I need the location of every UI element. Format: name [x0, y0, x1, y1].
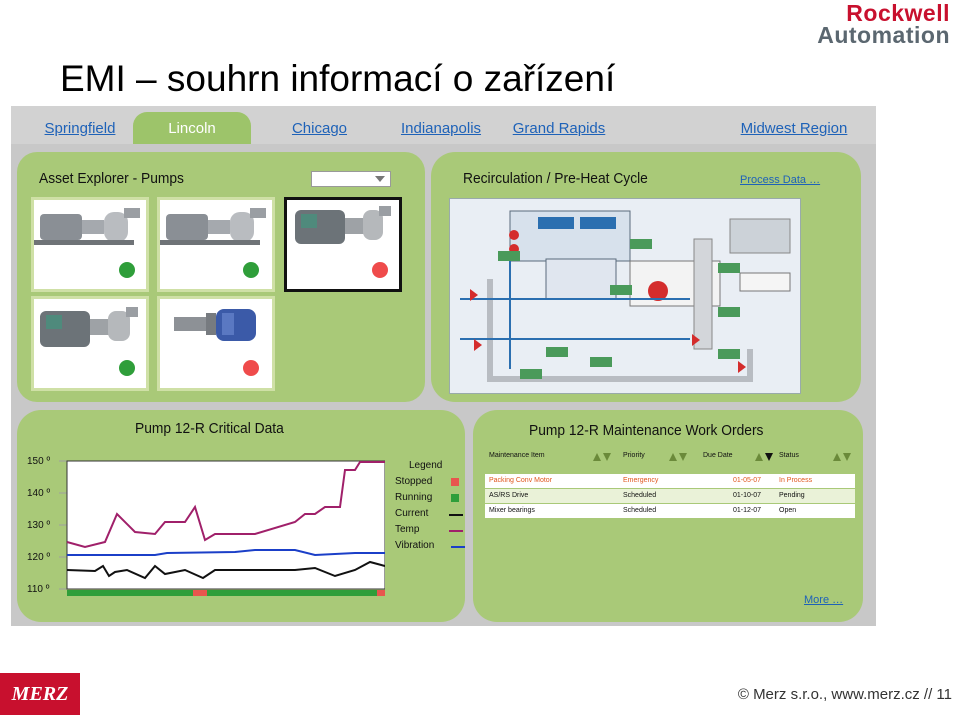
running-swatch — [451, 494, 459, 502]
tab-indianapolis[interactable]: Indianapolis — [381, 112, 501, 144]
asset-explorer-title: Asset Explorer - Pumps — [39, 170, 184, 187]
sort-arrows-icon[interactable] — [755, 452, 775, 462]
process-diagram[interactable] — [449, 198, 801, 394]
legend-label: Current — [395, 508, 429, 519]
sort-arrows-icon[interactable] — [593, 452, 613, 462]
cell-status: Pending — [779, 492, 805, 499]
y-label-150: 150 º — [27, 456, 51, 467]
cell-item: Packing Conv Motor — [489, 477, 553, 484]
more-link[interactable]: More … — [804, 594, 843, 606]
cell-due: 01-10-07 — [733, 492, 762, 499]
copyright-text: © Merz s.r.o., www.merz.cz // 11 — [737, 686, 952, 703]
logo-line-2: Automation — [817, 22, 950, 48]
legend-item-stopped: Stopped — [395, 476, 459, 487]
pump-card-2[interactable] — [157, 197, 275, 292]
process-panel: Recirculation / Pre-Heat Cycle Process D… — [431, 152, 861, 402]
slide-title: EMI – souhrn informací o zařízení — [60, 58, 616, 99]
process-data-link[interactable]: Process Data … — [740, 174, 820, 186]
y-label-130: 130 º — [27, 520, 51, 531]
legend-label: Vibration — [395, 540, 435, 551]
status-led-2 — [243, 262, 259, 278]
legend-label: Temp — [395, 524, 420, 535]
y-label-140: 140 º — [27, 488, 51, 499]
table-row[interactable]: Mixer bearings Scheduled 01-12-07 Open — [485, 504, 855, 518]
status-led-4 — [119, 360, 135, 376]
cell-due: 01-05-07 — [733, 477, 762, 484]
logo-line-1: Rockwell — [846, 0, 950, 26]
chevron-down-icon — [375, 176, 385, 182]
legend-item-running: Running — [395, 492, 459, 503]
maintenance-title: Pump 12-R Maintenance Work Orders — [529, 422, 764, 439]
dashboard-content: Asset Explorer - Pumps Recirculation / P… — [11, 144, 876, 626]
y-label-110: 110 º — [27, 584, 50, 595]
temp-swatch — [449, 530, 463, 532]
pump-card-3[interactable] — [284, 197, 402, 292]
legend-item-vibration: Vibration — [395, 540, 465, 551]
process-title: Recirculation / Pre-Heat Cycle — [463, 170, 648, 187]
legend-label: Running — [395, 492, 433, 503]
tab-lincoln[interactable]: Lincoln — [133, 112, 251, 144]
tab-midwest-region[interactable]: Midwest Region — [724, 112, 864, 144]
rockwell-automation-logo: Rockwell Automation — [817, 0, 950, 48]
legend-item-current: Current — [395, 508, 463, 519]
cell-item: AS/RS Drive — [489, 492, 529, 499]
legend-title: Legend — [409, 460, 443, 471]
status-led-5 — [243, 360, 259, 376]
col-header-priority[interactable]: Priority — [623, 452, 645, 459]
tab-springfield[interactable]: Springfield — [25, 112, 135, 144]
maintenance-panel: Pump 12-R Maintenance Work Orders Mainte… — [473, 410, 863, 622]
table-row[interactable]: Packing Conv Motor Emergency 01-05-07 In… — [485, 474, 855, 488]
location-tabbar: Springfield Lincoln Chicago Indianapolis… — [11, 106, 876, 144]
chart-legend: Legend Stopped Running Current Temp Vibr… — [395, 460, 465, 570]
tab-grand-rapids[interactable]: Grand Rapids — [499, 112, 619, 144]
critical-data-panel: Pump 12-R Critical Data 150 º 140 º 130 … — [17, 410, 465, 622]
cell-item: Mixer bearings — [489, 507, 535, 514]
current-swatch — [449, 514, 463, 516]
merz-logo: MERZ — [0, 673, 80, 715]
cell-priority: Scheduled — [623, 507, 657, 514]
critical-data-trend[interactable] — [55, 452, 385, 600]
critical-data-title: Pump 12-R Critical Data — [135, 420, 284, 437]
stopped-swatch — [451, 478, 459, 486]
table-row[interactable]: AS/RS Drive Scheduled 01-10-07 Pending — [485, 489, 855, 503]
legend-item-temp: Temp — [395, 524, 463, 535]
col-header-item[interactable]: Maintenance Item — [489, 452, 545, 459]
emi-screen: Springfield Lincoln Chicago Indianapolis… — [11, 106, 876, 626]
tab-chicago[interactable]: Chicago — [267, 112, 372, 144]
status-led-1 — [119, 262, 135, 278]
cell-priority: Scheduled — [623, 492, 657, 499]
asset-explorer-panel: Asset Explorer - Pumps — [17, 152, 425, 402]
process-schematic-icon — [450, 199, 800, 393]
cell-status: Open — [779, 507, 797, 514]
pump-card-4[interactable] — [31, 296, 149, 391]
pump-card-1[interactable] — [31, 197, 149, 292]
legend-label: Stopped — [395, 476, 433, 487]
status-led-3 — [372, 262, 388, 278]
pump-filter-select[interactable] — [311, 171, 391, 187]
vibration-swatch — [451, 546, 465, 548]
col-header-status[interactable]: Status — [779, 452, 799, 459]
cell-priority: Emergency — [623, 477, 659, 484]
cell-due: 01-12-07 — [733, 507, 762, 514]
sort-arrows-icon[interactable] — [833, 452, 853, 462]
cell-status: In Process — [779, 477, 813, 484]
pump-card-5[interactable] — [157, 296, 275, 391]
col-header-due-date[interactable]: Due Date — [703, 452, 733, 459]
sort-arrows-icon[interactable] — [669, 452, 689, 462]
y-label-120: 120 º — [27, 552, 51, 563]
